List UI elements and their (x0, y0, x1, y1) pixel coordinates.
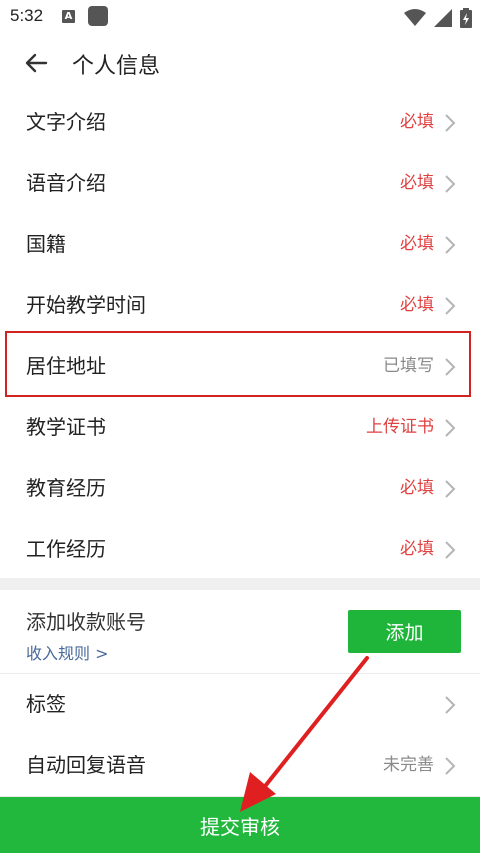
row-status: 必填 (400, 295, 434, 315)
row-auto-reply-voice[interactable]: 自动回复语音 未完善 (0, 735, 480, 797)
row-status: 必填 (400, 112, 434, 132)
income-rules-link[interactable]: 收入规则 > (26, 640, 109, 664)
status-bar: 5:32 A (0, 0, 480, 34)
chevron-right-icon (445, 236, 456, 254)
account-row: 添加收款账号 收入规则 > 添加 (0, 590, 480, 674)
add-account-button[interactable]: 添加 (348, 610, 461, 653)
chevron-right-icon (445, 114, 456, 132)
row-label: 工作经历 (26, 537, 106, 561)
status-time: 5:32 (10, 6, 44, 25)
row-status: 必填 (400, 478, 434, 498)
row-status: 必填 (400, 234, 434, 254)
row-label: 语音介绍 (26, 171, 106, 195)
chevron-right-icon (445, 757, 456, 775)
app-notification-icon (88, 6, 108, 26)
app-bar: 个人信息 (0, 34, 480, 93)
row-status: 必填 (400, 173, 434, 193)
row-teaching-start[interactable]: 开始教学时间 必填 (0, 275, 480, 337)
battery-icon (460, 8, 472, 28)
row-status: 已填写 (383, 356, 434, 376)
row-certificate[interactable]: 教学证书 上传证书 (0, 397, 480, 459)
row-label: 国籍 (26, 232, 66, 256)
row-tags[interactable]: 标签 (0, 674, 480, 736)
chevron-right-icon (445, 419, 456, 437)
chevron-right-icon (445, 358, 456, 376)
chevron-right-icon (445, 541, 456, 559)
row-work-experience[interactable]: 工作经历 必填 (0, 519, 480, 581)
account-label: 添加收款账号 (26, 610, 146, 634)
arrow-left-icon[interactable] (24, 51, 48, 75)
row-label: 文字介绍 (26, 110, 106, 134)
wifi-icon (404, 9, 426, 26)
row-education[interactable]: 教育经历 必填 (0, 458, 480, 520)
chevron-right-icon (445, 175, 456, 193)
row-voice-intro[interactable]: 语音介绍 必填 (0, 153, 480, 215)
chevron-right-icon (445, 297, 456, 315)
status-icons (404, 8, 472, 28)
row-label: 教学证书 (26, 415, 106, 439)
row-label: 标签 (26, 692, 66, 716)
submit-review-button[interactable]: 提交审核 (0, 797, 480, 853)
signal-icon (434, 9, 452, 27)
row-status: 未完善 (383, 755, 434, 775)
row-label: 自动回复语音 (26, 753, 146, 777)
a-notification-icon: A (62, 10, 75, 23)
row-label: 教育经历 (26, 476, 106, 500)
row-nationality[interactable]: 国籍 必填 (0, 214, 480, 276)
chevron-right-icon (445, 696, 456, 714)
row-label: 开始教学时间 (26, 293, 146, 317)
page-title: 个人信息 (72, 54, 161, 79)
row-address[interactable]: 居住地址 已填写 (0, 336, 480, 398)
row-status: 必填 (400, 539, 434, 559)
row-status: 上传证书 (366, 417, 434, 437)
row-text-intro[interactable]: 文字介绍 必填 (0, 92, 480, 154)
row-label: 居住地址 (26, 354, 106, 378)
section-divider (0, 578, 480, 590)
chevron-right-icon (445, 480, 456, 498)
